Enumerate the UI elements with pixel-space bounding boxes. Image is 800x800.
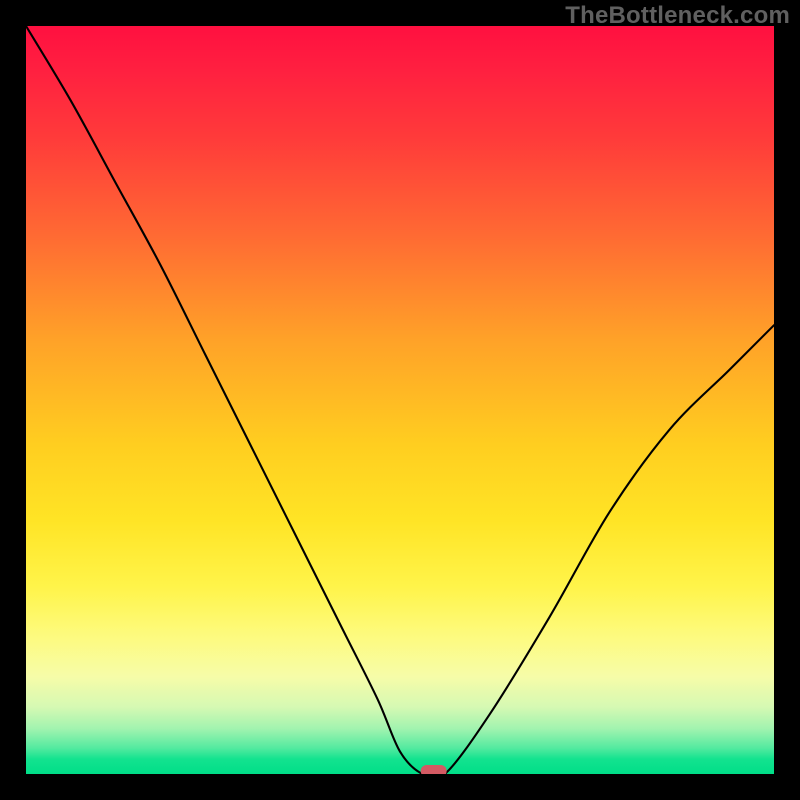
plot-area: [26, 26, 774, 774]
bottleneck-curve: [26, 26, 774, 774]
watermark-text: TheBottleneck.com: [565, 2, 790, 30]
chart-frame: TheBottleneck.com: [0, 0, 800, 800]
optimal-point-marker: [421, 765, 447, 774]
curve-layer: [26, 26, 774, 774]
